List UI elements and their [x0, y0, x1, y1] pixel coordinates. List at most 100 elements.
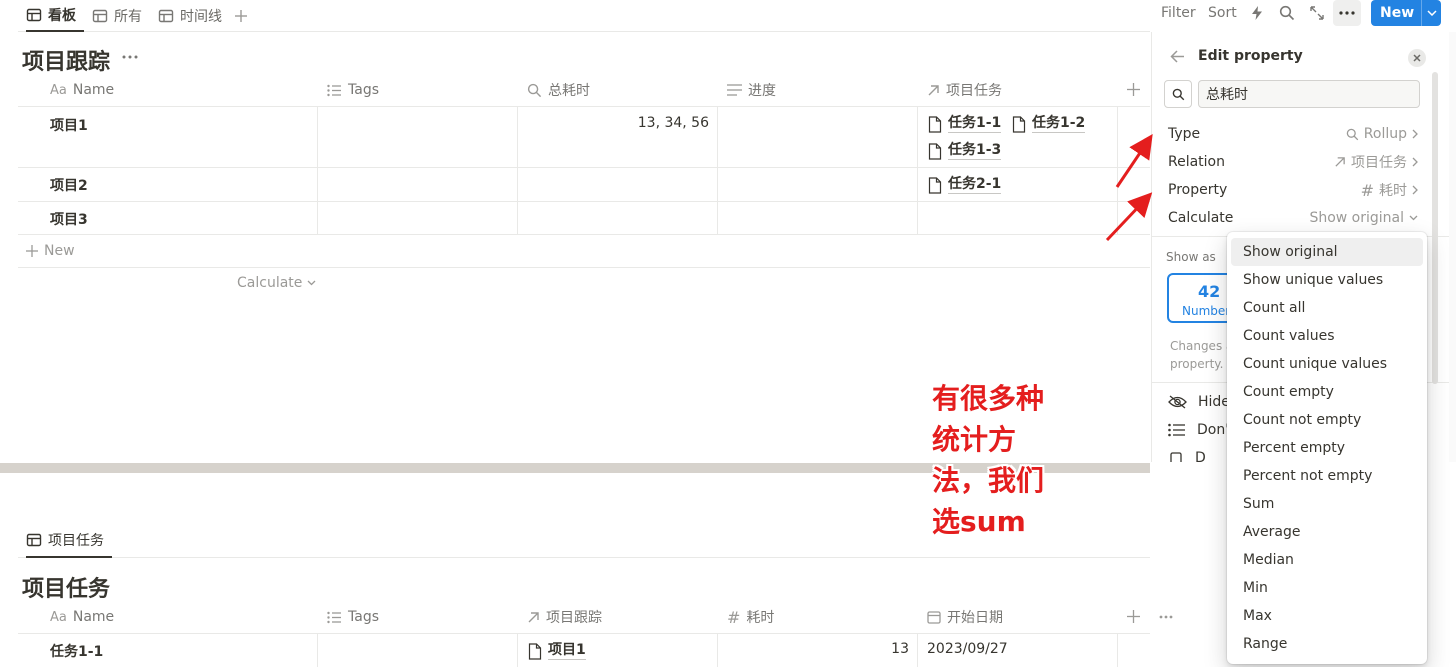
- search-icon: [527, 83, 542, 97]
- calendar-icon: [927, 611, 941, 624]
- chevron-down-icon[interactable]: [1422, 10, 1441, 16]
- task-link[interactable]: 任务2-1: [928, 176, 1002, 194]
- view-tab-timeline[interactable]: 时间线: [158, 0, 222, 32]
- arrow-left-icon: [1170, 50, 1184, 63]
- wrap-item[interactable]: Don': [1168, 422, 1229, 438]
- list-icon: [327, 611, 341, 623]
- annotation-arrows: [1105, 134, 1153, 242]
- list-icon: [1168, 423, 1185, 437]
- add-column-button[interactable]: [1127, 83, 1140, 96]
- option-show-unique-values[interactable]: Show unique values: [1231, 266, 1423, 294]
- cell-total-time[interactable]: 13, 34, 56: [527, 115, 709, 131]
- window-scrollbar[interactable]: [1449, 32, 1456, 462]
- document-icon: [528, 642, 542, 660]
- task-link[interactable]: 任务1-2: [1012, 115, 1086, 133]
- db2-column-header-name[interactable]: Aa Name: [50, 600, 114, 634]
- task-link[interactable]: 任务1-1: [928, 115, 1002, 133]
- lightning-icon: [1252, 6, 1262, 20]
- option-average[interactable]: Average: [1231, 518, 1423, 546]
- copy-icon: [1170, 452, 1182, 462]
- new-button[interactable]: New: [1371, 0, 1441, 26]
- plus-icon: [1127, 610, 1140, 623]
- more-icon: [1339, 11, 1355, 15]
- plus-icon: [235, 10, 247, 22]
- expand-button[interactable]: [1309, 0, 1325, 26]
- panel-scrollbar[interactable]: [1432, 72, 1438, 384]
- table-icon: [26, 8, 42, 22]
- db2-column-header-start-date[interactable]: 开始日期: [927, 600, 1003, 634]
- chevron-right-icon: [1412, 157, 1418, 167]
- option-max[interactable]: Max: [1231, 602, 1423, 630]
- row-name-project1[interactable]: 项目1: [50, 115, 88, 135]
- show-as-description: Changes a property.: [1170, 339, 1234, 371]
- option-percent-empty[interactable]: Percent empty: [1231, 434, 1423, 462]
- text-type-icon: Aa: [50, 609, 67, 625]
- automation-button[interactable]: [1250, 0, 1264, 26]
- view-tab-kanban[interactable]: 看板: [26, 0, 84, 32]
- close-button[interactable]: [1408, 49, 1426, 67]
- property-row[interactable]: Property # 耗时: [1168, 178, 1418, 202]
- table-icon: [26, 533, 42, 547]
- add-view-button[interactable]: [234, 0, 248, 32]
- calculate-dropdown: Show original Show unique values Count a…: [1227, 232, 1427, 664]
- search-button[interactable]: [1279, 0, 1295, 26]
- more-icon: [122, 55, 138, 59]
- option-show-original[interactable]: Show original: [1231, 238, 1423, 266]
- chevron-right-icon: [1412, 129, 1418, 139]
- db2-more-button[interactable]: [1159, 615, 1173, 619]
- new-row-button[interactable]: New: [26, 243, 75, 259]
- db2-column-header-project[interactable]: 项目跟踪: [527, 600, 602, 634]
- property-icon-button[interactable]: [1164, 80, 1192, 108]
- db2-view-tab[interactable]: 项目任务: [26, 524, 112, 558]
- option-median[interactable]: Median: [1231, 546, 1423, 574]
- db2-column-header-time[interactable]: # 耗时: [727, 600, 774, 634]
- number-icon: #: [1360, 180, 1374, 200]
- option-percent-not-empty[interactable]: Percent not empty: [1231, 462, 1423, 490]
- sort-button[interactable]: Sort: [1208, 0, 1237, 26]
- hide-property-item[interactable]: Hide: [1168, 394, 1230, 410]
- document-icon: [928, 176, 942, 194]
- relation-row[interactable]: Relation 项目任务: [1168, 150, 1418, 174]
- column-header-tags[interactable]: Tags: [327, 73, 379, 107]
- column-header-total-time[interactable]: 总耗时: [527, 73, 590, 107]
- arrow-up-right-icon: [528, 611, 539, 622]
- type-row[interactable]: Type Rollup: [1168, 122, 1418, 146]
- list-icon: [327, 84, 341, 96]
- calculate-row[interactable]: Calculate Show original: [1168, 206, 1418, 230]
- db2-add-column-button[interactable]: [1127, 610, 1140, 623]
- db2-cell-date[interactable]: 2023/09/27: [927, 641, 1008, 657]
- option-count-unique-values[interactable]: Count unique values: [1231, 350, 1423, 378]
- option-range[interactable]: Range: [1231, 630, 1423, 658]
- calculate-button[interactable]: Calculate: [237, 275, 316, 291]
- db2-cell-time[interactable]: 13: [727, 641, 909, 657]
- view-tab-all[interactable]: 所有: [92, 0, 142, 32]
- option-count-values[interactable]: Count values: [1231, 322, 1423, 350]
- task-link[interactable]: 任务1-3: [928, 142, 1002, 160]
- chevron-down-icon: [307, 280, 316, 286]
- option-count-all[interactable]: Count all: [1231, 294, 1423, 322]
- option-count-not-empty[interactable]: Count not empty: [1231, 406, 1423, 434]
- option-count-empty[interactable]: Count empty: [1231, 378, 1423, 406]
- option-sum[interactable]: Sum: [1231, 490, 1423, 518]
- document-icon: [1012, 115, 1026, 133]
- plus-icon: [1127, 83, 1140, 96]
- page-title: 项目跟踪: [22, 50, 111, 75]
- db2-title: 项目任务: [22, 577, 111, 602]
- column-header-name[interactable]: Aa Name: [50, 73, 114, 107]
- filter-button[interactable]: Filter: [1161, 0, 1196, 26]
- column-header-project-tasks[interactable]: 项目任务: [927, 73, 1002, 107]
- close-icon: [1413, 54, 1421, 62]
- text-type-icon: Aa: [50, 82, 67, 98]
- more-options-button[interactable]: [1333, 0, 1361, 26]
- number-icon: #: [727, 607, 741, 627]
- property-name-input[interactable]: [1198, 80, 1420, 108]
- row-name-project3[interactable]: 项目3: [50, 209, 88, 229]
- db2-row-name[interactable]: 任务1-1: [50, 641, 103, 661]
- column-header-progress[interactable]: 进度: [727, 73, 776, 107]
- back-button[interactable]: [1170, 50, 1185, 63]
- row-name-project2[interactable]: 项目2: [50, 175, 88, 195]
- project-link[interactable]: 项目1: [528, 642, 586, 660]
- title-more-button[interactable]: [122, 55, 138, 59]
- db2-column-header-tags[interactable]: Tags: [327, 600, 379, 634]
- option-min[interactable]: Min: [1231, 574, 1423, 602]
